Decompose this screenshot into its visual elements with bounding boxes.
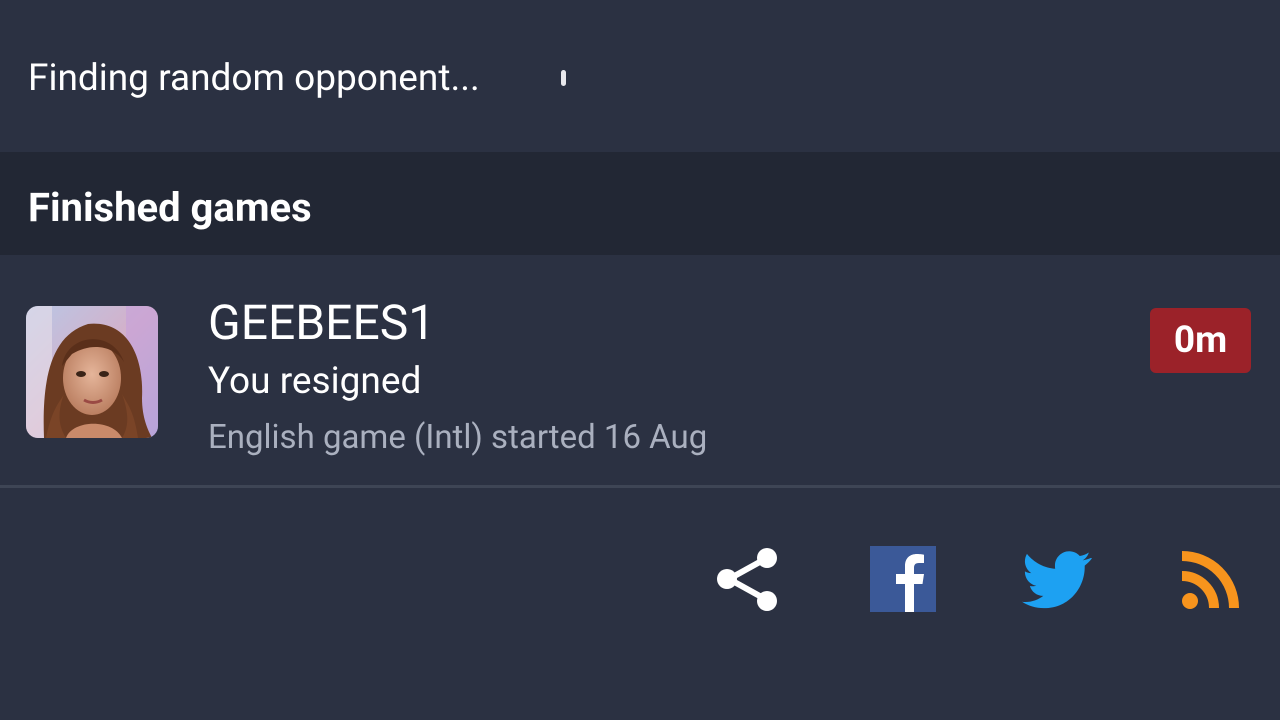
opponent-name: GEEBEES1 — [208, 294, 436, 351]
matchmaking-status: Finding random opponent... — [28, 57, 480, 100]
share-icon — [717, 548, 777, 611]
section-title: Finished games — [28, 184, 312, 231]
share-button[interactable] — [713, 544, 783, 614]
rss-button[interactable] — [1176, 544, 1246, 614]
facebook-icon — [870, 546, 936, 612]
rss-icon — [1181, 551, 1239, 609]
game-info: English game (Intl) started 16 Aug — [208, 418, 708, 457]
facebook-button[interactable] — [868, 544, 938, 614]
twitter-button[interactable] — [1022, 544, 1092, 614]
row-divider — [0, 485, 1280, 488]
opponent-avatar[interactable] — [26, 306, 158, 438]
game-result: You resigned — [208, 360, 422, 403]
time-badge: 0m — [1150, 308, 1251, 373]
twitter-icon — [1022, 551, 1092, 609]
loading-spinner-icon — [561, 70, 566, 86]
